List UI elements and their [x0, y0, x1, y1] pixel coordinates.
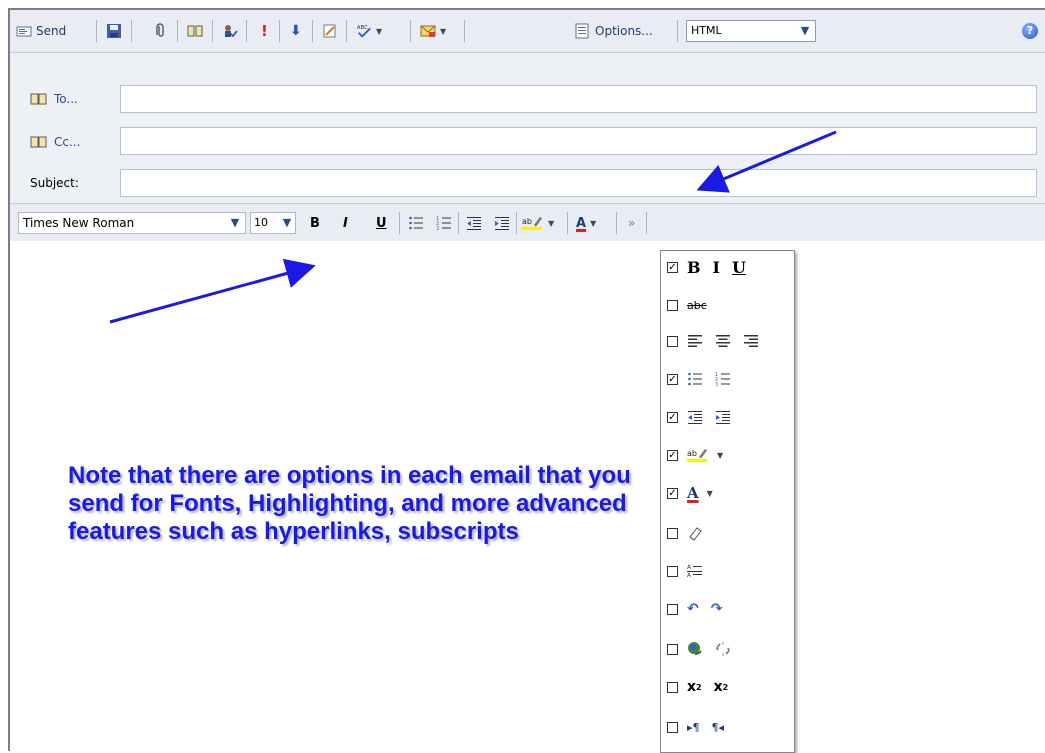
annotation-arrow-to-body	[109, 258, 316, 324]
annotation-arrow-to-toolbar	[696, 130, 837, 193]
annotation-arrows	[109, 130, 837, 324]
compose-window: Send ! ⬇ ABC ▼ ▼ Options... HTML ▼ ? To.…	[8, 8, 1045, 753]
